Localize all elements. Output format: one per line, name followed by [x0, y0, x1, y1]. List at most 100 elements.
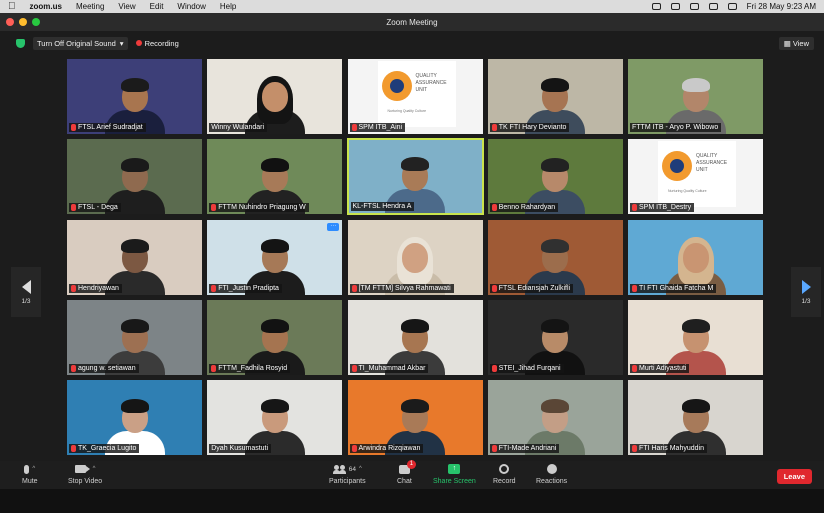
- participant-name-label: FTSL Arief Sudradjat: [69, 123, 146, 132]
- muted-mic-icon: [211, 284, 217, 292]
- chevron-down-icon[interactable]: ▾: [120, 39, 124, 48]
- view-button[interactable]: ▦ View: [778, 37, 814, 50]
- meeting-area: Turn Off Original Sound ▾ Recording ▦ Vi…: [0, 31, 824, 461]
- participant-tile[interactable]: QUALITY ASSURANCE UNIT Nurturing Quality …: [627, 138, 764, 215]
- zoom-window-button[interactable]: [32, 18, 40, 26]
- meeting-toolbar: ^ Mute ^ Stop Video 64 ^ Participants 1 …: [0, 459, 824, 489]
- record-label: Record: [493, 478, 516, 485]
- participant-tile[interactable]: Dyah Kusumastuti: [206, 379, 343, 456]
- menu-edit[interactable]: Edit: [150, 2, 164, 11]
- participant-name: FTSL - Dega: [78, 204, 118, 212]
- muted-mic-icon: [632, 445, 637, 452]
- participant-name: Hendriyawan: [78, 284, 119, 292]
- window-controls: [6, 18, 40, 26]
- participant-tile[interactable]: FTI Haris Mahyuddin: [627, 379, 764, 456]
- participant-name-label: FTSL Ediansjah Zulkifli: [489, 283, 574, 293]
- participant-name-label: agung w. setiawan: [69, 363, 139, 373]
- participant-name-label: Murti Adiyastuti: [630, 363, 690, 373]
- participant-name: agung w. setiawan: [78, 364, 136, 372]
- participant-tile[interactable]: Winny Wulandari: [206, 58, 343, 135]
- menu-help[interactable]: Help: [220, 2, 236, 11]
- menu-view[interactable]: View: [118, 2, 135, 11]
- chat-icon: 1: [398, 459, 416, 474]
- chat-label: Chat: [397, 478, 412, 485]
- minimize-window-button[interactable]: [19, 18, 27, 26]
- close-window-button[interactable]: [6, 18, 14, 26]
- original-sound-button[interactable]: Turn Off Original Sound ▾: [33, 37, 128, 50]
- record-button[interactable]: Record: [493, 463, 516, 485]
- participant-tile[interactable]: STEI_Jihad Furqani: [487, 299, 624, 376]
- participant-name: TI_Muhammad Akbar: [358, 364, 426, 372]
- caret-up-icon[interactable]: ^: [93, 466, 96, 472]
- participant-tile[interactable]: Murti Adiyastuti: [627, 299, 764, 376]
- participant-name-label: KL-FTSL Hendra A: [350, 202, 415, 212]
- participant-tile[interactable]: TK FTI Hary Devianto: [487, 58, 624, 135]
- participant-name: FTI-Made Andriani: [498, 445, 557, 452]
- more-options-icon[interactable]: ···: [327, 222, 340, 231]
- microphone-icon: [24, 464, 30, 474]
- battery-icon[interactable]: [689, 3, 699, 10]
- arrow-left-icon: [21, 279, 31, 294]
- participants-button[interactable]: 64 ^ Participants: [329, 463, 366, 485]
- quality-assurance-logo: QUALITY ASSURANCE UNIT Nurturing Quality …: [658, 141, 736, 208]
- participant-tile[interactable]: TK_Graecia Lugito: [66, 379, 203, 456]
- window-titlebar: Zoom Meeting: [0, 13, 824, 31]
- qa-logo-title: QUALITY ASSURANCE UNIT: [696, 153, 728, 174]
- menu-meeting[interactable]: Meeting: [76, 2, 104, 11]
- participant-tile[interactable]: TI_Muhammad Akbar: [347, 299, 484, 376]
- window-title: Zoom Meeting: [386, 17, 438, 27]
- apple-icon[interactable]: : [8, 1, 16, 12]
- participants-label: Participants: [329, 478, 366, 485]
- participant-tile[interactable]: Arwindra Rizqiawan: [347, 379, 484, 456]
- next-page-button[interactable]: 1/3: [791, 267, 821, 317]
- caret-up-icon[interactable]: ^: [32, 466, 35, 472]
- leave-button[interactable]: Leave: [776, 469, 812, 484]
- muted-mic-icon: [491, 284, 497, 292]
- security-shield-icon[interactable]: [16, 39, 25, 48]
- wifi-icon[interactable]: [708, 3, 718, 10]
- participant-tile[interactable]: Benno Rahardyan: [487, 138, 624, 215]
- participant-name-label: STEI_Jihad Furqani: [489, 363, 564, 373]
- participant-name-label: FTTM_Fadhila Rosyid: [209, 363, 291, 373]
- chat-button[interactable]: 1 Chat: [397, 459, 416, 485]
- participant-tile[interactable]: FTI-Made Andriani: [487, 379, 624, 456]
- menu-app-zoom[interactable]: zoom.us: [30, 2, 62, 11]
- reactions-button[interactable]: Reactions: [536, 463, 567, 485]
- menubar-clock[interactable]: Fri 28 May 9:23 AM: [747, 2, 816, 11]
- participant-tile[interactable]: ··· FTI_Justin Pradipta: [206, 219, 343, 296]
- participant-name: Arwindra Rizqiawan: [358, 445, 421, 452]
- qa-logo-inner-icon: [389, 79, 404, 93]
- participant-name: Dyah Kusumastuti: [211, 445, 269, 452]
- participant-name-label: TI_Muhammad Akbar: [349, 363, 429, 373]
- participant-tile[interactable]: FTSL Ediansjah Zulkifli: [487, 219, 624, 296]
- stop-video-button[interactable]: ^ Stop Video: [68, 463, 102, 485]
- muted-mic-icon: [491, 204, 497, 212]
- caret-up-icon[interactable]: ^: [359, 466, 362, 472]
- participant-tile[interactable]: agung w. setiawan: [66, 299, 203, 376]
- participant-tile[interactable]: Hendriyawan: [66, 219, 203, 296]
- participant-tile[interactable]: FTTM Nuhindro Priagung W: [206, 138, 343, 215]
- participant-name: [TM FTTM] Silvya Rahmawati: [358, 284, 451, 292]
- participant-tile[interactable]: FTTM ITB - Aryo P. Wibowo: [627, 58, 764, 135]
- participant-tile[interactable]: KL-FTSL Hendra A: [346, 138, 484, 216]
- participant-name: FTTM_Fadhila Rosyid: [218, 364, 288, 372]
- share-screen-label: Share Screen: [433, 478, 476, 485]
- menu-window[interactable]: Window: [177, 2, 205, 11]
- muted-mic-icon: [491, 124, 497, 131]
- participant-name: FTSL Ediansjah Zulkifli: [498, 284, 571, 292]
- participant-tile[interactable]: [TM FTTM] Silvya Rahmawati: [347, 219, 484, 296]
- participant-tile[interactable]: QUALITY ASSURANCE UNIT Nurturing Quality …: [347, 58, 484, 135]
- participant-tile[interactable]: FTTM_Fadhila Rosyid: [206, 299, 343, 376]
- muted-mic-icon: [632, 284, 637, 292]
- participant-name: Winny Wulandari: [211, 124, 265, 131]
- zoom-status-icon[interactable]: [651, 3, 661, 10]
- share-screen-button[interactable]: ↑ Share Screen: [433, 463, 476, 485]
- search-icon[interactable]: [727, 3, 737, 10]
- participant-tile[interactable]: TI FTI Ghaida Fatcha M: [627, 219, 764, 296]
- previous-page-button[interactable]: 1/3: [11, 267, 41, 317]
- mute-button[interactable]: ^ Mute: [22, 463, 38, 485]
- participant-tile[interactable]: FTSL - Dega: [66, 138, 203, 215]
- page-indicator-left: 1/3: [21, 297, 31, 305]
- participant-tile[interactable]: FTSL Arief Sudradjat: [66, 58, 203, 135]
- screen-share-status-icon[interactable]: [670, 3, 680, 10]
